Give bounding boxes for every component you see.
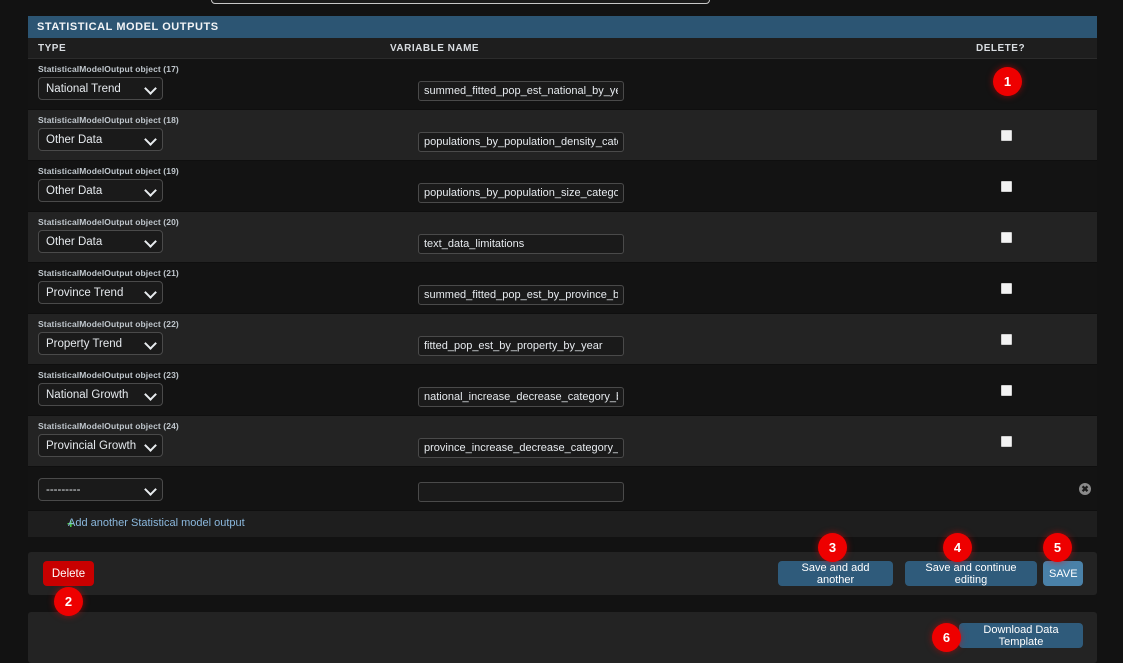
variable-name-input[interactable] <box>418 438 624 458</box>
row-object-label: StatisticalModelOutput object (18) <box>38 115 179 125</box>
save-and-add-another-button[interactable]: Save and add another <box>778 561 893 586</box>
table-body: StatisticalModelOutput object (17) ------… <box>28 59 1097 511</box>
type-select-wrap: ---------National TrendProvince TrendPro… <box>38 77 163 100</box>
type-select[interactable]: ---------National TrendProvince TrendPro… <box>38 179 163 202</box>
row-object-label: StatisticalModelOutput object (17) <box>38 64 179 74</box>
table-row: StatisticalModelOutput object (20) ------… <box>28 212 1097 263</box>
variable-name-input[interactable] <box>418 336 624 356</box>
delete-checkbox[interactable] <box>1001 130 1012 141</box>
annotation-badge-3: 3 <box>818 533 847 562</box>
delete-checkbox[interactable] <box>1001 385 1012 396</box>
module-title: STATISTICAL MODEL OUTPUTS <box>28 16 1097 38</box>
table-row: StatisticalModelOutput object (21) ------… <box>28 263 1097 314</box>
table-row: StatisticalModelOutput object (22) ------… <box>28 314 1097 365</box>
variable-name-input[interactable] <box>418 132 624 152</box>
table-row: StatisticalModelOutput object (24) ------… <box>28 416 1097 467</box>
type-select-empty-wrap: ---------National TrendProvince TrendPro… <box>38 478 163 501</box>
type-select[interactable]: ---------National TrendProvince TrendPro… <box>38 77 163 100</box>
type-select-empty[interactable]: ---------National TrendProvince TrendPro… <box>38 478 163 501</box>
type-select-wrap: ---------National TrendProvince TrendPro… <box>38 281 163 304</box>
type-select[interactable]: ---------National TrendProvince TrendPro… <box>38 332 163 355</box>
close-circle-icon[interactable]: ✖ <box>1079 483 1091 495</box>
table-header-row: TYPE VARIABLE NAME DELETE? <box>28 38 1097 59</box>
spacer <box>28 540 1097 552</box>
delete-checkbox[interactable] <box>1001 334 1012 345</box>
cutoff-field-above <box>211 0 710 4</box>
variable-name-input[interactable] <box>418 285 624 305</box>
delete-button[interactable]: Delete <box>43 561 94 586</box>
delete-checkbox[interactable] <box>1001 232 1012 243</box>
delete-checkbox[interactable] <box>1001 181 1012 192</box>
row-object-label: StatisticalModelOutput object (22) <box>38 319 179 329</box>
type-select-wrap: ---------National TrendProvince TrendPro… <box>38 128 163 151</box>
row-object-label: StatisticalModelOutput object (20) <box>38 217 179 227</box>
delete-checkbox[interactable] <box>1001 436 1012 447</box>
type-select-wrap: ---------National TrendProvince TrendPro… <box>38 332 163 355</box>
table-row-empty: ---------National TrendProvince TrendPro… <box>28 467 1097 511</box>
table-row: StatisticalModelOutput object (23) ------… <box>28 365 1097 416</box>
type-select-wrap: ---------National TrendProvince TrendPro… <box>38 383 163 406</box>
table-row: StatisticalModelOutput object (17) ------… <box>28 59 1097 110</box>
row-object-label: StatisticalModelOutput object (23) <box>38 370 179 380</box>
type-select-wrap: ---------National TrendProvince TrendPro… <box>38 434 163 457</box>
download-data-template-button[interactable]: Download Data Template <box>959 623 1083 648</box>
type-select[interactable]: ---------National TrendProvince TrendPro… <box>38 128 163 151</box>
type-select-wrap: ---------National TrendProvince TrendPro… <box>38 179 163 202</box>
table-row: StatisticalModelOutput object (18) ------… <box>28 110 1097 161</box>
annotation-badge-6: 6 <box>932 623 961 652</box>
statistical-model-outputs-module: STATISTICAL MODEL OUTPUTS TYPE VARIABLE … <box>28 16 1097 537</box>
save-button[interactable]: SAVE <box>1043 561 1083 586</box>
variable-name-input[interactable] <box>418 183 624 203</box>
variable-name-input[interactable] <box>418 81 624 101</box>
variable-name-input[interactable] <box>418 387 624 407</box>
submit-row: Delete Save and add another Save and con… <box>28 552 1097 595</box>
row-object-label: StatisticalModelOutput object (24) <box>38 421 179 431</box>
annotation-badge-5: 5 <box>1043 533 1072 562</box>
page-root: STATISTICAL MODEL OUTPUTS TYPE VARIABLE … <box>0 0 1123 663</box>
type-select[interactable]: ---------National TrendProvince TrendPro… <box>38 230 163 253</box>
annotation-badge-1: 1 <box>993 67 1022 96</box>
column-header-type: TYPE <box>38 43 67 54</box>
add-another-row[interactable]: + Add another Statistical model output <box>28 511 1097 537</box>
add-another-link[interactable]: Add another Statistical model output <box>68 517 245 529</box>
type-select-wrap: ---------National TrendProvince TrendPro… <box>38 230 163 253</box>
table-row: StatisticalModelOutput object (19) ------… <box>28 161 1097 212</box>
variable-name-input[interactable] <box>418 234 624 254</box>
type-select[interactable]: ---------National TrendProvince TrendPro… <box>38 434 163 457</box>
delete-checkbox[interactable] <box>1001 283 1012 294</box>
row-object-label: StatisticalModelOutput object (19) <box>38 166 179 176</box>
type-select[interactable]: ---------National TrendProvince TrendPro… <box>38 281 163 304</box>
variable-name-input-empty[interactable] <box>418 482 624 502</box>
save-and-continue-editing-button[interactable]: Save and continue editing <box>905 561 1037 586</box>
annotation-badge-2: 2 <box>54 587 83 616</box>
column-header-delete: DELETE? <box>976 43 1026 54</box>
type-select[interactable]: ---------National TrendProvince TrendPro… <box>38 383 163 406</box>
column-header-variable-name: VARIABLE NAME <box>390 43 480 54</box>
row-object-label: StatisticalModelOutput object (21) <box>38 268 179 278</box>
annotation-badge-4: 4 <box>943 533 972 562</box>
